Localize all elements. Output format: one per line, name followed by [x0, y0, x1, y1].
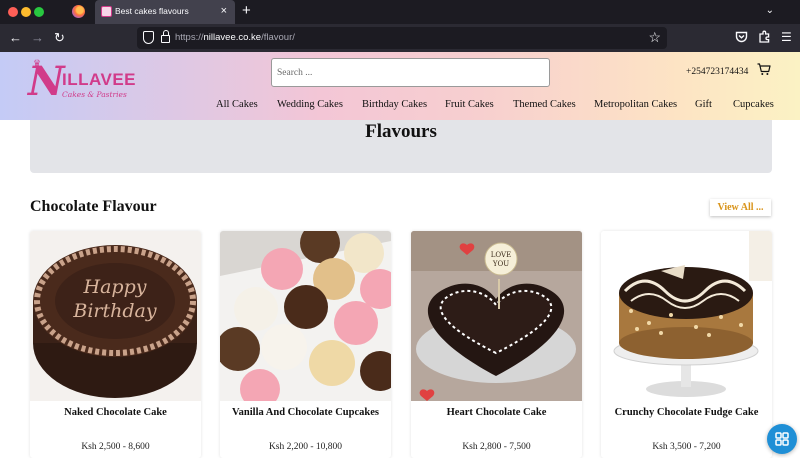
- product-price: Ksh 3,500 - 7,200: [652, 442, 721, 452]
- page-title: Flavours: [365, 121, 437, 142]
- search-input[interactable]: [271, 58, 550, 87]
- cart-icon[interactable]: [757, 63, 771, 76]
- firefox-icon: [72, 5, 85, 18]
- nav-themed-cakes[interactable]: Themed Cakes: [513, 99, 576, 110]
- phone-number[interactable]: +254723174434: [686, 67, 748, 77]
- reload-button[interactable]: ↻: [54, 30, 65, 46]
- bookmark-star-icon[interactable]: ☆: [648, 29, 661, 45]
- favicon-icon: [101, 6, 112, 17]
- product-name[interactable]: Crunchy Chocolate Fudge Cake: [601, 407, 772, 418]
- nav-fruit-cakes[interactable]: Fruit Cakes: [445, 99, 494, 110]
- product-card[interactable]: Happy Birthday Naked Chocolate Cake Ksh …: [30, 231, 201, 458]
- url-path: /flavour/: [261, 32, 295, 43]
- browser-tab-bar: Best cakes flavours × + ⌄: [0, 0, 800, 24]
- window-close-button[interactable]: [8, 7, 18, 17]
- product-image[interactable]: [601, 231, 772, 401]
- site-header: ♛ N ILLAVEE Cakes & Pastries +2547231744…: [0, 52, 800, 120]
- product-image[interactable]: Happy Birthday: [30, 231, 201, 401]
- tab-list-chevron-icon[interactable]: ⌄: [766, 5, 774, 16]
- product-price: Ksh 2,500 - 8,600: [81, 442, 150, 452]
- product-name[interactable]: Naked Chocolate Cake: [30, 407, 201, 418]
- cake-text-birthday: Birthday: [72, 300, 156, 322]
- topper-text-you: YOU: [492, 260, 509, 268]
- nav-gift[interactable]: Gift: [695, 99, 712, 110]
- menu-icon[interactable]: ☰: [781, 30, 792, 44]
- product-card[interactable]: LOVE YOU Heart Chocolate Cake Ksh 2,800 …: [411, 231, 582, 458]
- tab-close-button[interactable]: ×: [221, 4, 227, 18]
- grid-apps-icon: [775, 432, 789, 446]
- browser-tab[interactable]: Best cakes flavours ×: [95, 0, 235, 24]
- address-bar[interactable]: https://nillavee.co.ke/flavour/ ☆: [137, 27, 667, 49]
- view-all-button[interactable]: View All ...: [710, 199, 771, 216]
- extensions-icon[interactable]: [758, 30, 771, 46]
- product-image[interactable]: [220, 231, 391, 401]
- window-minimize-button[interactable]: [21, 7, 31, 17]
- pocket-icon[interactable]: [735, 30, 748, 46]
- tab-title: Best cakes flavours: [115, 6, 189, 16]
- window-zoom-button[interactable]: [34, 7, 44, 17]
- new-tab-button[interactable]: +: [242, 3, 251, 19]
- browser-toolbar: ← → ↻ https://nillavee.co.ke/flavour/ ☆ …: [0, 24, 800, 52]
- product-card[interactable]: Crunchy Chocolate Fudge Cake Ksh 3,500 -…: [601, 231, 772, 458]
- lock-icon[interactable]: [161, 30, 170, 43]
- forward-button[interactable]: →: [31, 30, 44, 46]
- url-host: nillavee.co.ke: [203, 32, 262, 43]
- url-text[interactable]: https://nillavee.co.ke/flavour/: [175, 32, 295, 43]
- product-name[interactable]: Heart Chocolate Cake: [411, 407, 582, 418]
- nav-birthday-cakes[interactable]: Birthday Cakes: [362, 99, 427, 110]
- shield-icon[interactable]: [143, 31, 154, 44]
- logo-letter: N: [28, 58, 65, 105]
- nav-wedding-cakes[interactable]: Wedding Cakes: [277, 99, 343, 110]
- back-button[interactable]: ←: [9, 30, 22, 46]
- product-price: Ksh 2,200 - 10,800: [268, 442, 343, 452]
- main-navigation: All Cakes Wedding Cakes Birthday Cakes F…: [0, 99, 800, 115]
- logo-tagline: Cakes & Pastries: [62, 90, 127, 99]
- section-title: Chocolate Flavour: [30, 198, 157, 215]
- product-name[interactable]: Vanilla And Chocolate Cupcakes: [220, 407, 391, 418]
- url-scheme: https://: [175, 32, 204, 43]
- chat-widget-button[interactable]: [767, 424, 797, 454]
- nav-all-cakes[interactable]: All Cakes: [216, 99, 258, 110]
- topper-text-love: LOVE: [491, 251, 511, 259]
- page-hero: Flavours: [30, 120, 772, 173]
- product-image[interactable]: LOVE YOU: [411, 231, 582, 401]
- product-card[interactable]: Vanilla And Chocolate Cupcakes Ksh 2,200…: [220, 231, 391, 458]
- logo-wordmark: ILLAVEE: [62, 70, 137, 89]
- nav-cupcakes[interactable]: Cupcakes: [733, 99, 774, 110]
- cake-text-happy: Happy: [83, 276, 147, 298]
- product-price: Ksh 2,800 - 7,500: [462, 442, 531, 452]
- nav-metropolitan-cakes[interactable]: Metropolitan Cakes: [594, 99, 677, 110]
